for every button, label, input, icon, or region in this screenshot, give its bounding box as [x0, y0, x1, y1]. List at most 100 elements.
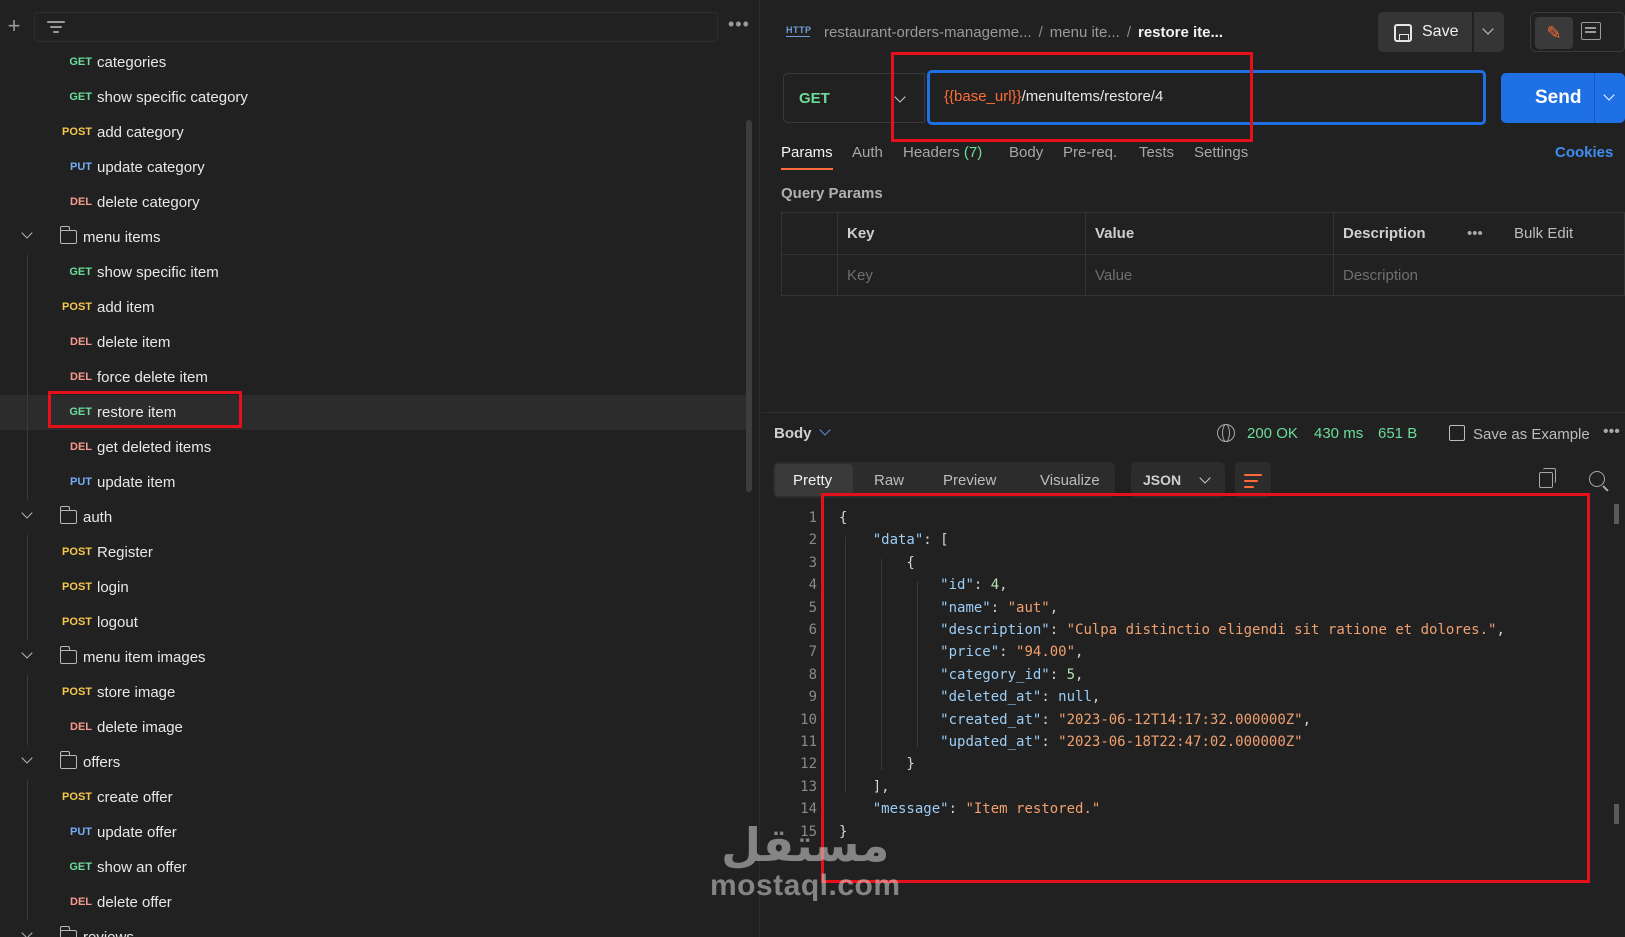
request-label: logout — [97, 614, 138, 631]
request-item[interactable]: GET show an offer — [0, 850, 748, 885]
request-item[interactable]: PUT update category — [0, 150, 748, 185]
request-label: delete category — [97, 194, 200, 211]
tab-tests[interactable]: Tests — [1139, 144, 1174, 161]
method-badge: POST — [62, 301, 92, 313]
add-icon[interactable]: + — [4, 14, 24, 38]
code-scrollbar[interactable] — [1614, 804, 1619, 824]
folder-item[interactable]: reviews — [0, 920, 748, 937]
chevron-down-icon — [1199, 472, 1211, 484]
request-item[interactable]: POST login — [0, 570, 748, 605]
response-body-select[interactable]: Body — [774, 425, 812, 442]
save-as-example-button[interactable]: Save as Example — [1449, 425, 1590, 443]
method-badge: DEL — [70, 371, 92, 383]
key-input[interactable]: Key — [847, 267, 873, 284]
tab-body[interactable]: Body — [1009, 144, 1043, 161]
folder-item[interactable]: auth — [0, 500, 748, 535]
request-item[interactable]: DEL force delete item — [0, 360, 748, 395]
edit-icon[interactable]: ✎ — [1535, 17, 1573, 49]
bulk-edit-button[interactable]: Bulk Edit — [1514, 225, 1573, 242]
tab-pre-request[interactable]: Pre-req. — [1063, 144, 1117, 161]
filter-icon[interactable] — [47, 19, 65, 35]
cookies-link[interactable]: Cookies — [1555, 144, 1613, 161]
more-icon[interactable]: ••• — [728, 14, 750, 35]
breadcrumb-collection[interactable]: restaurant-orders-manageme... — [824, 24, 1032, 41]
response-bar: Body 200 OK 430 ms 651 B Save as Example… — [761, 412, 1625, 452]
description-input[interactable]: Description — [1343, 267, 1418, 284]
request-label: delete offer — [97, 894, 172, 911]
line-number: 1 — [808, 510, 817, 526]
request-item[interactable]: PUT update offer — [0, 815, 748, 850]
request-item[interactable]: DEL get deleted items — [0, 430, 748, 465]
save-icon — [1449, 425, 1465, 441]
tab-headers[interactable]: Headers (7) — [903, 144, 982, 161]
save-button[interactable]: Save — [1378, 12, 1472, 52]
request-item[interactable]: DEL delete offer — [0, 885, 748, 920]
tab-visualize[interactable]: Visualize — [1040, 472, 1100, 489]
send-button[interactable]: Send — [1501, 73, 1625, 123]
sidebar-search-input[interactable] — [34, 12, 718, 42]
tab-raw[interactable]: Raw — [874, 472, 904, 489]
folder-label: reviews — [83, 929, 134, 937]
request-item[interactable]: PUT update item — [0, 465, 748, 500]
request-item[interactable]: POST add category — [0, 115, 748, 150]
save-dropdown-button[interactable] — [1474, 12, 1504, 52]
request-item[interactable]: GET show specific item — [0, 255, 748, 290]
column-description: Description — [1343, 225, 1426, 242]
line-number: 11 — [800, 734, 817, 750]
request-item[interactable]: POST Register — [0, 535, 748, 570]
tab-preview[interactable]: Preview — [943, 472, 996, 489]
request-item[interactable]: GET show specific category — [0, 80, 748, 115]
tab-auth[interactable]: Auth — [852, 144, 883, 161]
folder-label: auth — [83, 509, 113, 526]
request-label: show specific item — [97, 264, 219, 281]
globe-icon[interactable] — [1217, 424, 1235, 442]
request-item[interactable]: GET categories — [0, 45, 748, 80]
chevron-down-icon[interactable] — [22, 651, 32, 661]
request-item[interactable]: DEL delete image — [0, 710, 748, 745]
request-item[interactable]: DEL delete item — [0, 325, 748, 360]
code-scrollbar[interactable] — [1614, 504, 1619, 524]
folder-icon — [59, 646, 77, 664]
comment-icon[interactable] — [1581, 22, 1601, 40]
breadcrumb: restaurant-orders-manageme... / menu ite..… — [824, 24, 1224, 41]
request-label: delete image — [97, 719, 183, 736]
line-number: 5 — [808, 599, 817, 616]
tab-pretty[interactable]: Pretty — [793, 472, 832, 489]
language-value: JSON — [1143, 472, 1182, 488]
request-item[interactable]: POST create offer — [0, 780, 748, 815]
value-input[interactable]: Value — [1095, 267, 1132, 284]
chevron-down-icon[interactable] — [22, 756, 32, 766]
breadcrumb-request[interactable]: restore ite... — [1138, 24, 1223, 41]
chevron-down-icon[interactable] — [22, 931, 32, 937]
more-icon[interactable]: ••• — [1467, 225, 1483, 242]
folder-item[interactable]: menu items — [0, 220, 748, 255]
request-label: update offer — [97, 824, 177, 841]
request-item[interactable]: POST store image — [0, 675, 748, 710]
more-icon[interactable]: ••• — [1603, 423, 1620, 441]
annotation-highlight — [891, 52, 1253, 142]
request-panel: HTTP restaurant-orders-manageme... / menu … — [761, 0, 1625, 937]
response-time[interactable]: 430 ms — [1314, 425, 1363, 442]
query-params-table: Key Value Description ••• Bulk Edit Key … — [781, 212, 1625, 297]
sidebar-scrollbar[interactable] — [746, 120, 752, 492]
tab-params[interactable]: Params — [781, 144, 833, 170]
method-badge: PUT — [70, 161, 92, 173]
chevron-down-icon[interactable] — [819, 424, 831, 436]
status-code[interactable]: 200 OK — [1247, 425, 1298, 442]
breadcrumb-folder[interactable]: menu ite... — [1050, 24, 1120, 41]
column-key: Key — [847, 225, 875, 242]
chevron-down-icon[interactable] — [22, 231, 32, 241]
column-value: Value — [1095, 225, 1135, 242]
request-item[interactable]: POST add item — [0, 290, 748, 325]
request-item[interactable]: DEL delete category — [0, 185, 748, 220]
folder-item[interactable]: menu item images — [0, 640, 748, 675]
copy-icon[interactable] — [1539, 468, 1556, 488]
chevron-down-icon[interactable] — [1603, 89, 1615, 101]
chevron-down-icon[interactable] — [22, 511, 32, 521]
search-icon[interactable] — [1589, 471, 1605, 487]
response-size[interactable]: 651 B — [1378, 425, 1417, 442]
tab-settings[interactable]: Settings — [1194, 144, 1248, 161]
request-item[interactable]: POST logout — [0, 605, 748, 640]
folder-item[interactable]: offers — [0, 745, 748, 780]
request-label: delete item — [97, 334, 171, 351]
